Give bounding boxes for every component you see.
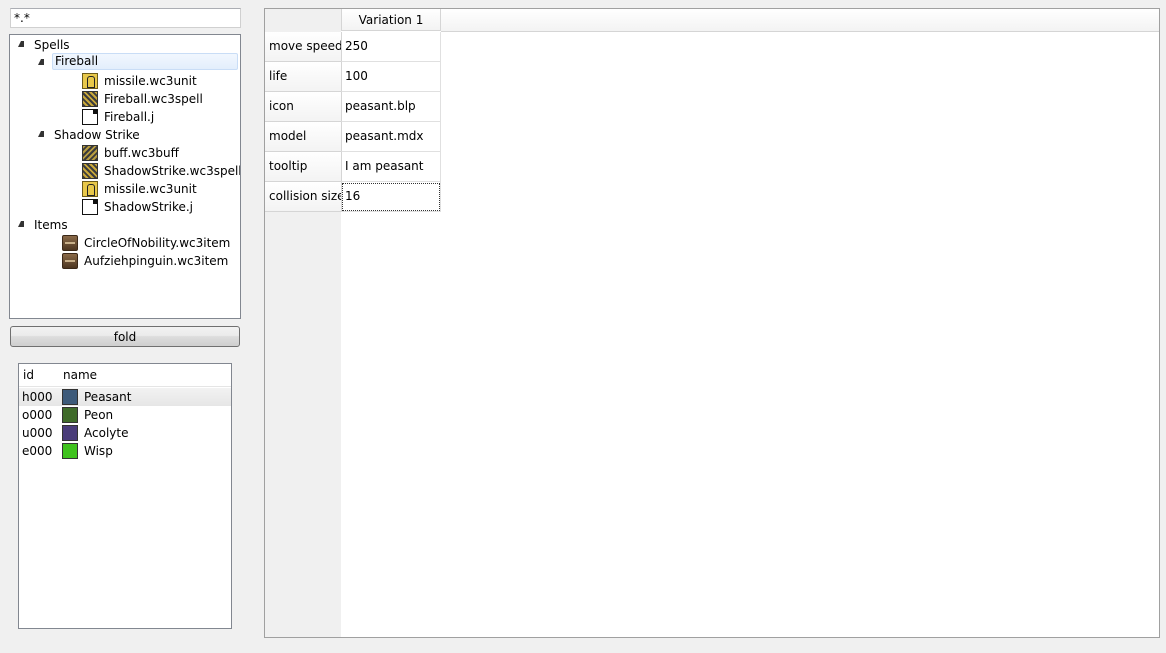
grid-corner (265, 9, 341, 32)
spell-file-icon (82, 163, 98, 179)
peasant-portrait-icon (62, 389, 78, 405)
row-header[interactable]: collision size (265, 182, 345, 212)
grid-cell[interactable]: 16 (341, 182, 441, 212)
tree-item-label: missile.wc3unit (104, 74, 197, 88)
row-header[interactable]: life (265, 62, 341, 92)
unit-name: Acolyte (84, 426, 129, 440)
row-header[interactable]: icon (265, 92, 341, 122)
unit-id: h000 (22, 390, 53, 404)
column-header-variation[interactable]: Variation 1 (341, 9, 441, 31)
tree-item-label: ShadowStrike.j (104, 200, 193, 214)
row-header[interactable]: model (265, 122, 341, 152)
tree-item-label: Items (34, 218, 68, 232)
tree-item[interactable]: missile.wc3unit (10, 72, 240, 90)
grid-cell[interactable]: peasant.blp (341, 92, 441, 122)
tree-item[interactable]: missile.wc3unit (10, 180, 240, 198)
buff-file-icon (82, 145, 98, 161)
tree-expander-icon[interactable] (38, 59, 44, 65)
tree-item-label: CircleOfNobility.wc3item (84, 236, 231, 250)
tree-item-label: Fireball.wc3spell (104, 92, 203, 106)
script-file-icon (82, 199, 98, 215)
unit-name: Peon (84, 408, 114, 422)
tree-item[interactable]: Shadow Strike (10, 126, 240, 144)
tree-item[interactable]: Items (10, 216, 240, 234)
tree-item-label: Shadow Strike (54, 128, 140, 142)
wisp-portrait-icon (62, 443, 78, 459)
tree-item[interactable]: Fireball.wc3spell (10, 90, 240, 108)
tree-item-label: Aufziehpinguin.wc3item (84, 254, 229, 268)
peon-portrait-icon (62, 407, 78, 423)
tree-item-label: ShadowStrike.wc3spell (104, 164, 241, 178)
unit-row[interactable]: u000 Acolyte (19, 424, 231, 442)
file-tree[interactable]: Spells Fireball missile.wc3unit Fireball.wc… (9, 34, 241, 319)
tree-item[interactable]: CircleOfNobility.wc3item (10, 234, 240, 252)
tree-expander-icon[interactable] (38, 131, 44, 137)
unit-list[interactable]: id name h000 Peasant o000 Peon u000 Acolyte e0… (18, 363, 232, 629)
column-header-id[interactable]: id (23, 368, 34, 382)
unit-list-header: id name (19, 364, 231, 387)
tree-item[interactable]: Spells (10, 36, 240, 54)
tree-item[interactable]: ShadowStrike.j (10, 198, 240, 216)
item-file-icon (62, 253, 78, 269)
grid-cell[interactable]: I am peasant (341, 152, 441, 182)
tree-item-label: Fireball (52, 53, 238, 70)
row-header[interactable]: move speed (265, 32, 343, 62)
column-header-name[interactable]: name (63, 368, 97, 382)
script-file-icon (82, 109, 98, 125)
unit-file-icon (82, 181, 98, 197)
tree-item[interactable]: buff.wc3buff (10, 144, 240, 162)
fold-button[interactable]: fold (10, 326, 240, 347)
unit-id: o000 (22, 408, 53, 422)
tree-expander-icon[interactable] (18, 41, 24, 47)
tree-item-label: missile.wc3unit (104, 182, 197, 196)
unit-file-icon (82, 73, 98, 89)
unit-row[interactable]: h000 Peasant (19, 388, 231, 406)
property-grid: Variation 1 move speed 250 life 100 icon peas… (264, 8, 1160, 638)
tree-item-label: Spells (34, 38, 70, 52)
item-file-icon (62, 235, 78, 251)
tree-item[interactable]: ShadowStrike.wc3spell (10, 162, 240, 180)
acolyte-portrait-icon (62, 425, 78, 441)
grid-cell[interactable]: peasant.mdx (341, 122, 441, 152)
tree-item-label: Fireball.j (104, 110, 155, 124)
tree-expander-icon[interactable] (18, 221, 24, 227)
tree-item[interactable]: Aufziehpinguin.wc3item (10, 252, 240, 270)
unit-name: Peasant (84, 390, 132, 404)
column-header-filler (441, 9, 1159, 32)
row-header[interactable]: tooltip (265, 152, 341, 182)
grid-cell[interactable]: 250 (341, 32, 441, 62)
unit-row[interactable]: e000 Wisp (19, 442, 231, 460)
unit-id: u000 (22, 426, 53, 440)
unit-id: e000 (22, 444, 53, 458)
spell-file-icon (82, 91, 98, 107)
unit-row[interactable]: o000 Peon (19, 406, 231, 424)
unit-name: Wisp (84, 444, 113, 458)
tree-item[interactable]: Fireball (10, 53, 240, 72)
grid-cell[interactable]: 100 (341, 62, 441, 92)
filter-input[interactable] (10, 8, 241, 28)
tree-item[interactable]: Fireball.j (10, 108, 240, 126)
tree-item-label: buff.wc3buff (104, 146, 179, 160)
